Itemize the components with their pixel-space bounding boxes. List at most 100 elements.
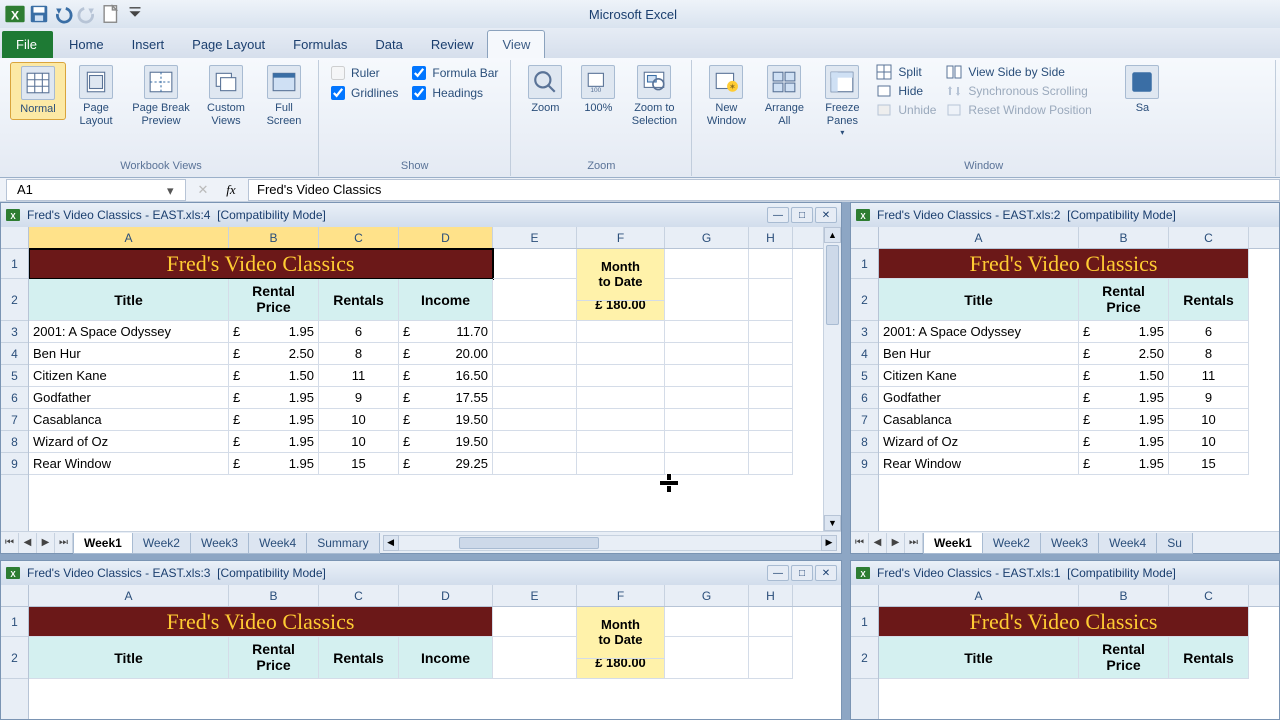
tab-page-layout[interactable]: Page Layout	[178, 31, 279, 58]
scroll-right-icon[interactable]: ▶	[821, 535, 837, 551]
minimize-button[interactable]: —	[767, 207, 789, 223]
header-rentals[interactable]: Rentals	[319, 637, 399, 679]
cell-price[interactable]: £1.95	[1079, 431, 1169, 453]
col-header[interactable]: A	[879, 227, 1079, 248]
scroll-left-icon[interactable]: ◀	[383, 535, 399, 551]
cell-rentals[interactable]: 10	[1169, 431, 1249, 453]
col-header[interactable]: E	[493, 585, 577, 606]
cell-rentals[interactable]: 6	[319, 321, 399, 343]
close-button[interactable]: ✕	[815, 207, 837, 223]
col-header[interactable]: D	[399, 227, 493, 248]
col-header[interactable]: A	[29, 227, 229, 248]
month-to-date-label[interactable]: Monthto Date	[577, 249, 665, 301]
row-header[interactable]: 3	[1, 321, 28, 343]
cell-rentals[interactable]: 9	[1169, 387, 1249, 409]
page-break-button[interactable]: Page Break Preview	[126, 62, 196, 130]
header-rentals[interactable]: Rentals	[319, 279, 399, 321]
row-header[interactable]: 1	[851, 249, 878, 279]
horizontal-scrollbar[interactable]: ◀ ▶	[383, 535, 837, 551]
undo-icon[interactable]	[52, 3, 74, 25]
row-header[interactable]: 9	[851, 453, 878, 475]
window-titlebar[interactable]: X Fred's Video Classics - EAST.xls:4 [Co…	[1, 203, 841, 227]
sheet-tab[interactable]: Week4	[248, 533, 307, 554]
cell-rentals[interactable]: 10	[1169, 409, 1249, 431]
cell-price[interactable]: £1.95	[229, 431, 319, 453]
prev-sheet-icon[interactable]: ◀	[19, 533, 37, 553]
sheet-tab[interactable]: Week3	[1040, 533, 1099, 554]
col-header[interactable]: H	[749, 227, 793, 248]
window-titlebar[interactable]: X Fred's Video Classics - EAST.xls:3 [Co…	[1, 561, 841, 585]
first-sheet-icon[interactable]: ⏮	[851, 533, 869, 553]
zoom-selection-button[interactable]: Zoom to Selection	[623, 62, 685, 130]
view-side-by-side-button[interactable]: View Side by Side	[946, 64, 1118, 80]
row-header[interactable]: 7	[851, 409, 878, 431]
col-header[interactable]: C	[1169, 585, 1249, 606]
window-titlebar[interactable]: X Fred's Video Classics - EAST.xls:1 [Co…	[851, 561, 1279, 585]
col-header[interactable]: F	[577, 227, 665, 248]
custom-views-button[interactable]: Custom Views	[198, 62, 254, 130]
cell-price[interactable]: £2.50	[1079, 343, 1169, 365]
sheet-tab[interactable]: Week4	[1098, 533, 1157, 554]
cell-price[interactable]: £1.95	[229, 453, 319, 475]
cell-price[interactable]: £1.95	[1079, 453, 1169, 475]
cell-title[interactable]: 2001: A Space Odyssey	[879, 321, 1079, 343]
last-sheet-icon[interactable]: ⏭	[905, 533, 923, 553]
vertical-scrollbar[interactable]: ▲ ▼	[823, 227, 841, 531]
header-title[interactable]: Title	[879, 279, 1079, 321]
name-box[interactable]: A1 ▾	[6, 179, 186, 201]
cell-price[interactable]: £1.95	[229, 387, 319, 409]
cell-rentals[interactable]: 11	[1169, 365, 1249, 387]
cell-price[interactable]: £1.95	[1079, 409, 1169, 431]
prev-sheet-icon[interactable]: ◀	[869, 533, 887, 553]
col-header[interactable]: F	[577, 585, 665, 606]
tab-data[interactable]: Data	[361, 31, 416, 58]
cell-rentals[interactable]: 8	[319, 343, 399, 365]
row-header[interactable]: 9	[1, 453, 28, 475]
row-header[interactable]: 3	[851, 321, 878, 343]
select-all-corner[interactable]	[1, 227, 28, 249]
col-header[interactable]: G	[665, 585, 749, 606]
new-window-button[interactable]: ✶New Window	[698, 62, 754, 130]
row-header[interactable]: 2	[851, 637, 878, 679]
row-header[interactable]: 7	[1, 409, 28, 431]
full-screen-button[interactable]: Full Screen	[256, 62, 312, 130]
unhide-button[interactable]: Unhide	[876, 102, 936, 118]
row-header[interactable]: 8	[1, 431, 28, 453]
cell-rentals[interactable]: 6	[1169, 321, 1249, 343]
cell-income[interactable]: £11.70	[399, 321, 493, 343]
row-header[interactable]: 6	[851, 387, 878, 409]
hide-button[interactable]: Hide	[876, 83, 936, 99]
maximize-button[interactable]: □	[791, 565, 813, 581]
sync-scroll-button[interactable]: Synchronous Scrolling	[946, 83, 1118, 99]
split-button[interactable]: Split	[876, 64, 936, 80]
cell-title[interactable]: Wizard of Oz	[879, 431, 1079, 453]
cell-income[interactable]: £19.50	[399, 431, 493, 453]
sheet-tab[interactable]: Week1	[73, 533, 133, 554]
qat-dropdown-icon[interactable]	[124, 3, 146, 25]
header-price[interactable]: RentalPrice	[1079, 637, 1169, 679]
row-header[interactable]: 2	[1, 637, 28, 679]
normal-view-button[interactable]: Normal	[10, 62, 66, 120]
scroll-down-icon[interactable]: ▼	[824, 515, 841, 531]
sheet-tab[interactable]: Week3	[190, 533, 249, 554]
cell-rentals[interactable]: 15	[1169, 453, 1249, 475]
page-layout-button[interactable]: Page Layout	[68, 62, 124, 130]
cell-price[interactable]: £1.95	[1079, 321, 1169, 343]
sheet-tab[interactable]: Week1	[923, 533, 983, 554]
cell-price[interactable]: £1.95	[229, 321, 319, 343]
first-sheet-icon[interactable]: ⏮	[1, 533, 19, 553]
scroll-thumb[interactable]	[459, 537, 599, 549]
formula-input[interactable]: Fred's Video Classics	[248, 179, 1280, 201]
cell-title[interactable]: Rear Window	[879, 453, 1079, 475]
title-cell[interactable]: Fred's Video Classics	[29, 249, 493, 279]
zoom-button[interactable]: Zoom	[517, 62, 573, 118]
row-header[interactable]: 1	[1, 249, 28, 279]
sheet-tab[interactable]: Su	[1156, 533, 1193, 554]
save-icon[interactable]	[28, 3, 50, 25]
month-to-date-label[interactable]: Monthto Date	[577, 607, 665, 659]
cell-title[interactable]: Godfather	[29, 387, 229, 409]
cell-income[interactable]: £19.50	[399, 409, 493, 431]
save-workspace-button[interactable]: Sa	[1124, 62, 1160, 118]
header-rentals[interactable]: Rentals	[1169, 637, 1249, 679]
header-price[interactable]: RentalPrice	[1079, 279, 1169, 321]
